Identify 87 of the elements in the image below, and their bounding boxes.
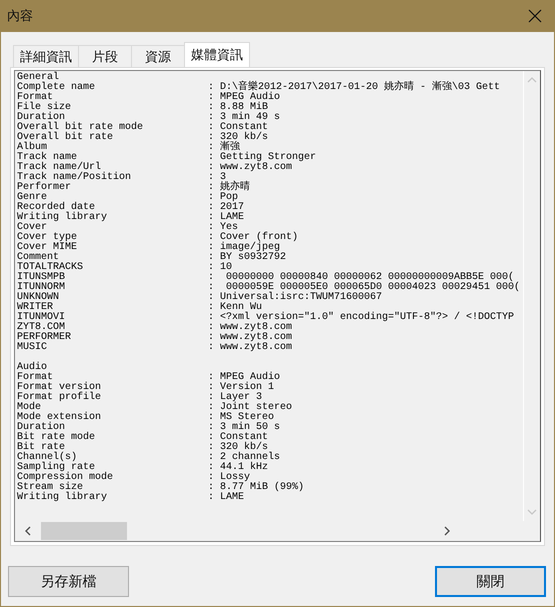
field-value: : <?xml version="1.0" encoding="UTF-8"?> / <!DOCTYP [208, 313, 514, 323]
field-value: : D:\音樂2012-2017\2017-01-20 姚亦晴 - 漸強\03 Gett [208, 83, 500, 93]
field-label: PERFORMER [17, 333, 72, 343]
field-label: Bit rate [17, 443, 66, 453]
close-button[interactable]: 關閉 [435, 566, 546, 597]
field-value: : MS Stereo [208, 413, 274, 423]
field-value: : Layer 3 [208, 393, 262, 403]
field-label: Format [17, 93, 54, 103]
field-value: : Joint stereo [208, 403, 292, 413]
field-label: Complete name [17, 83, 96, 93]
field-label: Mode [17, 403, 42, 413]
field-value: : 0000059E 000005E0 000065D0 00004023 00029451 000( [208, 283, 520, 293]
field-label: Bit rate mode [17, 433, 96, 443]
tab[interactable]: 詳細資訊 [13, 45, 79, 67]
window-title: 內容 [7, 8, 33, 25]
field-label: Duration [17, 113, 66, 123]
field-value: : 10 [208, 263, 232, 273]
tab[interactable]: 媒體資訊 [184, 42, 250, 67]
field-label: Album [17, 143, 48, 153]
field-label: ITUNNORM [17, 283, 66, 293]
field-label: WRITER [17, 303, 54, 313]
field-value: : 2 channels [208, 453, 280, 463]
field-value: : 8.88 MiB [208, 103, 268, 113]
field-value: : 漸強 [208, 143, 240, 153]
field-label: Cover type [17, 233, 78, 243]
field-label: ITUNSMPB [17, 273, 66, 283]
field-value: : MPEG Audio [208, 373, 280, 383]
field-value: : Yes [208, 223, 238, 233]
field-label: Track name/Url [17, 163, 102, 173]
field-label: File size [17, 103, 72, 113]
field-label: Overall bit rate mode [17, 123, 144, 133]
field-label: Duration [17, 423, 66, 433]
field-label: Channel(s) [17, 453, 78, 463]
field-value: : www.zyt8.com [208, 323, 292, 333]
field-label: Overall bit rate [17, 133, 114, 143]
field-value: : Pop [208, 193, 238, 203]
field-value: : Cover (front) [208, 233, 298, 243]
field-label: Stream size [17, 483, 84, 493]
field-label: Track name [17, 153, 78, 163]
field-value: : LAME [208, 493, 244, 503]
field-label: Recorded date [17, 203, 96, 213]
field-value: : Version 1 [208, 383, 274, 393]
field-label: Cover MIME [17, 243, 78, 253]
field-value: : 8.77 MiB (99%) [208, 483, 304, 493]
field-label: Cover [17, 223, 48, 233]
field-value: : www.zyt8.com [208, 163, 292, 173]
field-value: : www.zyt8.com [208, 333, 292, 343]
field-value: : Constant [208, 123, 268, 133]
field-value: : 2017 [208, 203, 244, 213]
save-as-button[interactable]: 另存新檔 [8, 566, 129, 597]
field-label: UNKNOWN [17, 293, 60, 303]
field-value: : 44.1 kHz [208, 463, 268, 473]
field-label: ITUNMOVI [17, 313, 66, 323]
field-label: ZYT8.COM [17, 323, 66, 333]
field-label: Genre [17, 193, 48, 203]
field-label: Writing library [17, 493, 108, 503]
field-value: : Kenn Wu [208, 303, 262, 313]
field-value: : Lossy [208, 473, 250, 483]
field-value: : Getting Stronger [208, 153, 316, 163]
field-label: Compression mode [17, 473, 114, 483]
field-label: Comment [17, 253, 60, 263]
field-label: Track name/Position [17, 173, 132, 183]
field-value: : 姚亦晴 [208, 183, 250, 193]
field-value: : www.zyt8.com [208, 343, 292, 353]
field-label: MUSIC [17, 343, 48, 353]
field-value: : LAME [208, 213, 244, 223]
field-value: : image/jpeg [208, 243, 280, 253]
field-value: : 00000000 00000840 00000062 00000000009ABB5E 000( [208, 273, 514, 283]
field-label: Performer [17, 183, 72, 193]
section-heading: General [17, 73, 60, 83]
field-label: TOTALTRACKS [17, 263, 84, 273]
field-value: : 3 min 50 s [208, 423, 280, 433]
field-value: : 3 min 49 s [208, 113, 280, 123]
scroll-thumb[interactable] [41, 522, 127, 540]
field-value: : BY s0932792 [208, 253, 286, 263]
section-heading: Audio [17, 363, 48, 373]
field-label: Format [17, 373, 54, 383]
field-label: Format profile [17, 393, 102, 403]
field-value: : MPEG Audio [208, 93, 280, 103]
field-value: : Universal:isrc:TWUM71600067 [208, 293, 382, 303]
field-label: Sampling rate [17, 463, 96, 473]
close-icon[interactable] [528, 9, 542, 23]
field-label: Writing library [17, 213, 108, 223]
field-value: : Constant [208, 433, 268, 443]
field-value: : 320 kb/s [208, 443, 268, 453]
field-label: Mode extension [17, 413, 102, 423]
field-label: Format version [17, 383, 102, 393]
